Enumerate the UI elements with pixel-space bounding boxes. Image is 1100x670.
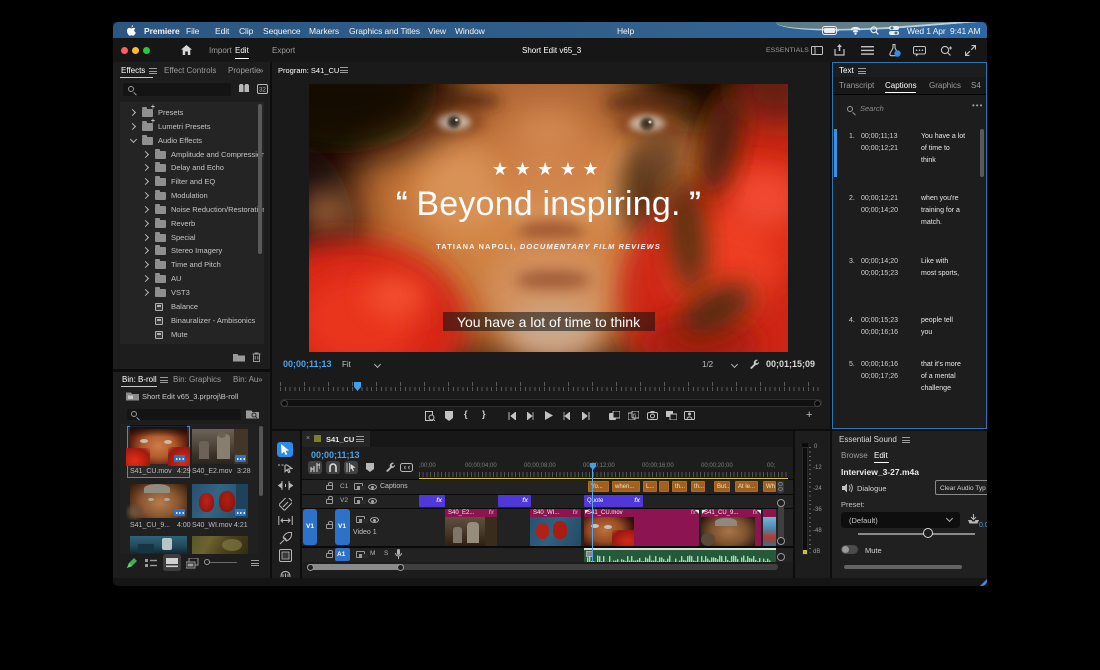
svg-text:32: 32 xyxy=(259,88,266,94)
svg-text:fi: fi xyxy=(633,414,636,420)
